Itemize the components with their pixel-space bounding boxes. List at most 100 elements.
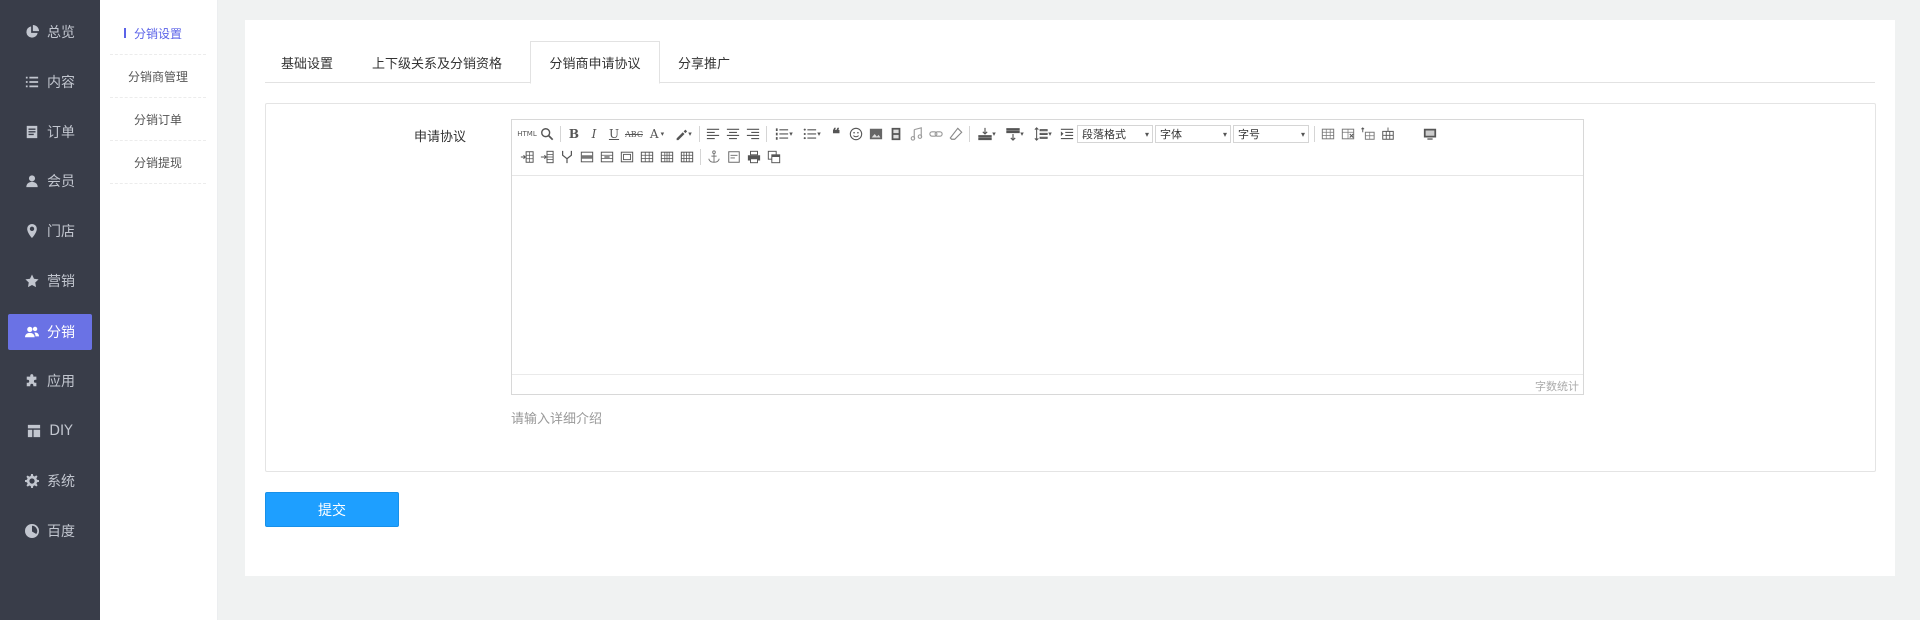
unordered-list-icon[interactable]: ▾	[798, 124, 826, 144]
toolbar-separator	[969, 126, 970, 142]
nav-item-apps[interactable]: 应用	[8, 363, 92, 399]
indent-icon[interactable]	[1057, 124, 1077, 144]
puzzle-icon	[25, 374, 39, 388]
font-color-icon[interactable]: A ▾	[644, 124, 670, 144]
nav-item-diy[interactable]: DIY	[8, 413, 92, 449]
submenu-item-distribution-withdrawal[interactable]: 分销提现	[110, 141, 206, 184]
insert-col-icon[interactable]	[517, 147, 537, 167]
delete-row-icon[interactable]	[577, 147, 597, 167]
emoji-icon[interactable]	[846, 124, 866, 144]
main-card: 基础设置 上下级关系及分销资格 分销商申请协议 分享推广 申请协议 HTML B…	[245, 20, 1895, 576]
music-icon[interactable]	[906, 124, 926, 144]
nav-label: 分销	[47, 325, 75, 341]
align-right-icon[interactable]	[743, 124, 763, 144]
highlight-icon[interactable]: ▾	[670, 124, 696, 144]
underline-icon[interactable]: U	[604, 124, 624, 144]
submit-button[interactable]: 提交	[265, 492, 399, 527]
nav-item-content[interactable]: 内容	[8, 64, 92, 100]
nav-label: 会员	[47, 174, 75, 190]
editor-content-area[interactable]	[512, 176, 1583, 375]
line-height-icon[interactable]: ▾	[1029, 124, 1057, 144]
nav-label: 百度	[47, 524, 75, 540]
gear-icon	[25, 474, 39, 488]
tab-hierarchy-qualification[interactable]: 上下级关系及分销资格	[372, 41, 502, 83]
toolbar-row-2	[517, 146, 784, 168]
search-icon[interactable]	[537, 124, 557, 144]
nav-item-system[interactable]: 系统	[8, 463, 92, 499]
video-icon[interactable]	[886, 124, 906, 144]
insert-paragraph-before-table-icon[interactable]	[1358, 124, 1378, 144]
row-spacing-bottom-icon[interactable]: ▾	[1001, 124, 1029, 144]
nav-label: 门店	[47, 224, 75, 240]
editor-toolbar: HTML B I U ABC A ▾ ▾ ▾ ▾ ❝ ▾ ▾ ▾ 段落格式 ▾ …	[512, 120, 1583, 176]
nav-label: 应用	[47, 374, 75, 390]
strikethrough-icon[interactable]: ABC	[624, 124, 644, 144]
blockquote-icon[interactable]: ❝	[826, 124, 846, 144]
rich-text-editor: HTML B I U ABC A ▾ ▾ ▾ ▾ ❝ ▾ ▾ ▾ 段落格式 ▾ …	[511, 119, 1584, 395]
agreement-form: 申请协议 HTML B I U ABC A ▾ ▾ ▾ ▾ ❝ ▾ ▾ ▾ 段落…	[265, 103, 1876, 472]
submenu-item-distribution-orders[interactable]: 分销订单	[110, 98, 206, 141]
image-icon[interactable]	[866, 124, 886, 144]
submenu-label: 分销提现	[133, 155, 182, 170]
toolbar-separator	[700, 149, 701, 165]
preview-icon[interactable]	[1420, 124, 1440, 144]
nav-item-orders[interactable]: 订单	[8, 114, 92, 150]
paragraph-format-select[interactable]: 段落格式 ▾	[1077, 125, 1153, 143]
submenu-item-distribution-settings[interactable]: 分销设置	[110, 12, 206, 55]
submenu-label: 分销订单	[133, 112, 182, 127]
row-spacing-top-icon[interactable]: ▾	[973, 124, 1001, 144]
nav-item-members[interactable]: 会员	[8, 163, 92, 199]
distribution-submenu: 分销设置 分销商管理 分销订单 分销提现	[100, 0, 218, 620]
font-family-select[interactable]: 字体 ▾	[1155, 125, 1231, 143]
nav-item-overview[interactable]: 总览	[8, 14, 92, 50]
link-icon[interactable]	[926, 124, 946, 144]
form-label-agreement: 申请协议	[413, 130, 466, 145]
merge-down-icon[interactable]	[557, 147, 577, 167]
pie-chart-icon	[25, 25, 39, 39]
baidu-icon	[25, 524, 39, 538]
anchor-icon[interactable]	[704, 147, 724, 167]
nav-label: 订单	[47, 125, 75, 141]
template-icon[interactable]	[764, 147, 784, 167]
nav-item-stores[interactable]: 门店	[8, 213, 92, 249]
submenu-item-distributor-management[interactable]: 分销商管理	[110, 55, 206, 98]
nav-item-marketing[interactable]: 营销	[8, 263, 92, 299]
html-source-button[interactable]: HTML	[517, 124, 537, 144]
tab-share-promotion[interactable]: 分享推广	[678, 41, 730, 83]
insert-row-icon[interactable]	[1378, 124, 1398, 144]
split-rows-icon[interactable]	[637, 147, 657, 167]
delete-table-icon[interactable]	[1338, 124, 1358, 144]
eraser-icon[interactable]	[946, 124, 966, 144]
insert-table-icon[interactable]	[1318, 124, 1338, 144]
main-sidebar: 总览 内容 订单 会员 门店 营销 分销 应用 DIY 系统 百度	[0, 0, 100, 620]
split-cols-icon[interactable]	[657, 147, 677, 167]
word-count: 字数统计	[512, 374, 1583, 394]
nav-item-baidu[interactable]: 百度	[8, 513, 92, 549]
delete-col-icon[interactable]	[597, 147, 617, 167]
toolbar-separator	[560, 126, 561, 142]
font-size-select[interactable]: 字号 ▾	[1233, 125, 1309, 143]
nav-label: 内容	[47, 75, 75, 91]
toolbar-separator	[1314, 126, 1315, 142]
align-left-icon[interactable]	[703, 124, 723, 144]
tab-basic-settings[interactable]: 基础设置	[281, 41, 333, 83]
nav-label: DIY	[49, 423, 73, 439]
tab-application-agreement[interactable]: 分销商申请协议	[530, 41, 660, 84]
bold-icon[interactable]: B	[564, 124, 584, 144]
table-grid-icon[interactable]	[677, 147, 697, 167]
ordered-list-icon[interactable]: ▾	[770, 124, 798, 144]
nav-label: 系统	[47, 474, 75, 490]
tab-bar: 基础设置 上下级关系及分销资格 分销商申请协议 分享推广	[265, 41, 1875, 84]
nav-label: 总览	[47, 25, 75, 41]
print-icon[interactable]	[744, 147, 764, 167]
nav-item-distribution[interactable]: 分销	[8, 314, 92, 350]
submenu-label: 分销设置	[133, 26, 182, 41]
align-center-icon[interactable]	[723, 124, 743, 144]
toolbar-row-1: HTML B I U ABC A ▾ ▾ ▾ ▾ ❝ ▾ ▾ ▾ 段落格式 ▾ …	[517, 123, 1440, 145]
merge-cells-icon[interactable]	[537, 147, 557, 167]
list-icon	[25, 75, 39, 89]
page-break-icon[interactable]	[724, 147, 744, 167]
split-cells-icon[interactable]	[617, 147, 637, 167]
italic-icon[interactable]: I	[584, 124, 604, 144]
toolbar-separator	[766, 126, 767, 142]
